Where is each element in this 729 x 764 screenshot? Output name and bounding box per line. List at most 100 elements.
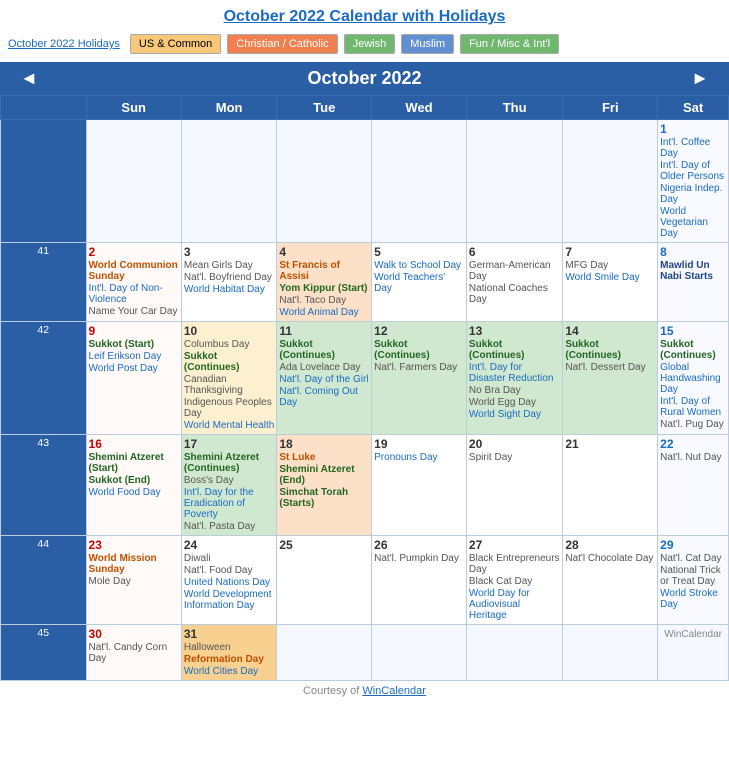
week-num: 43 — [1, 435, 87, 536]
holiday: Int'l. Day for the Eradication of Povert… — [184, 487, 274, 520]
holiday: Ada Lovelace Day — [279, 362, 369, 373]
day-4: 4 St Francis of Assisi Yom Kippur (Start… — [277, 243, 372, 322]
day-empty — [372, 625, 467, 681]
col-tue: Tue — [277, 96, 372, 120]
day-empty — [277, 625, 372, 681]
holiday: Boss's Day — [184, 475, 274, 486]
holiday: Spirit Day — [469, 452, 560, 463]
filter-us[interactable]: US & Common — [130, 34, 221, 54]
holiday: Sukkot (Continues) — [374, 339, 464, 361]
holiday: World Development Information Day — [184, 589, 274, 611]
day-number: 24 — [184, 538, 274, 552]
filter-muslim[interactable]: Muslim — [401, 34, 454, 54]
filter-fun[interactable]: Fun / Misc & Int'l — [460, 34, 559, 54]
holiday: World Habitat Day — [184, 284, 274, 295]
holiday: Sukkot (Start) — [89, 339, 179, 350]
holiday: Diwali — [184, 553, 274, 564]
day-22: 22 Nat'l. Nut Day — [658, 435, 729, 536]
holiday: Canadian Thanksgiving — [184, 374, 274, 396]
holiday: Global Handwashing Day — [660, 362, 726, 395]
holiday: Mawlid Un Nabi Starts — [660, 260, 726, 282]
holiday: Name Your Car Day — [89, 306, 179, 317]
week-num: 41 — [1, 243, 87, 322]
day-29: 29 Nat'l. Cat Day National Trick or Trea… — [658, 536, 729, 625]
col-wed: Wed — [372, 96, 467, 120]
holiday: Nat'l. Boyfriend Day — [184, 272, 274, 283]
day-number: 3 — [184, 245, 274, 259]
col-fri: Fri — [563, 96, 658, 120]
day-26: 26 Nat'l. Pumpkin Day — [372, 536, 467, 625]
holiday: MFG Day — [565, 260, 655, 271]
holiday: No Bra Day — [469, 385, 560, 396]
footer-link[interactable]: WinCalendar — [362, 685, 426, 697]
day-number: 6 — [469, 245, 560, 259]
day-number: 10 — [184, 324, 274, 338]
day-15: 15 Sukkot (Continues) Global Handwashing… — [658, 322, 729, 435]
day-number: 25 — [279, 538, 369, 552]
holiday: World Cities Day — [184, 666, 274, 677]
holiday: Pronouns Day — [374, 452, 464, 463]
day-8: 8 Mawlid Un Nabi Starts — [658, 243, 729, 322]
holiday: Sukkot (Continues) — [565, 339, 655, 361]
day-28: 28 Nat'l Chocolate Day — [563, 536, 658, 625]
filter-christian[interactable]: Christian / Catholic — [227, 34, 337, 54]
day-20: 20 Spirit Day — [466, 435, 562, 536]
week-num — [1, 120, 87, 243]
day-number: 16 — [89, 437, 179, 451]
week-num: 42 — [1, 322, 87, 435]
month-year-label: October 2022 — [307, 68, 421, 89]
holiday: Simchat Torah (Starts) — [279, 487, 369, 509]
holiday: St Luke — [279, 452, 369, 463]
footer: Courtesy of WinCalendar — [0, 681, 729, 701]
holiday: Sukkot (Continues) — [279, 339, 369, 361]
holiday: National Trick or Treat Day — [660, 565, 726, 587]
day-number: 8 — [660, 245, 726, 259]
day-number: 2 — [89, 245, 179, 259]
prev-month-button[interactable]: ◄ — [12, 68, 46, 89]
day-number: 18 — [279, 437, 369, 451]
day-number: 9 — [89, 324, 179, 338]
holiday: Int'l. Day for Disaster Reduction — [469, 362, 560, 384]
day-number: 15 — [660, 324, 726, 338]
day-14: 14 Sukkot (Continues) Nat'l. Dessert Day — [563, 322, 658, 435]
holiday: Shemini Atzeret (End) — [279, 464, 369, 486]
day-number: 21 — [565, 437, 655, 451]
col-sat: Sat — [658, 96, 729, 120]
day-12: 12 Sukkot (Continues) Nat'l. Farmers Day — [372, 322, 467, 435]
holiday: Nat'l. Coming Out Day — [279, 386, 369, 408]
day-empty — [181, 120, 276, 243]
col-mon: Mon — [181, 96, 276, 120]
day-1: 1 Int'l. Coffee Day Int'l. Day of Older … — [658, 120, 729, 243]
holiday: Int'l. Day of Rural Women — [660, 396, 726, 418]
holiday: Sukkot (Continues) — [660, 339, 726, 361]
holiday: Shemini Atzeret (Continues) — [184, 452, 274, 474]
holiday: Halloween — [184, 642, 274, 653]
filter-label: October 2022 Holidays — [8, 38, 120, 50]
holiday: Sukkot (Continues) — [184, 351, 274, 373]
day-27: 27 Black Entrepreneurs Day Black Cat Day… — [466, 536, 562, 625]
holiday: World Vegetarian Day — [660, 206, 726, 239]
col-thu: Thu — [466, 96, 562, 120]
holiday: Nat'l. Candy Corn Day — [89, 642, 179, 664]
holiday: Nat'l. Nut Day — [660, 452, 726, 463]
holiday: Walk to School Day — [374, 260, 464, 271]
day-24: 24 Diwali Nat'l. Food Day United Nations… — [181, 536, 276, 625]
holiday: World Mission Sunday — [89, 553, 179, 575]
day-11: 11 Sukkot (Continues) Ada Lovelace Day N… — [277, 322, 372, 435]
table-row: 45 30 Nat'l. Candy Corn Day 31 Halloween… — [1, 625, 729, 681]
holiday: Sukkot (End) — [89, 475, 179, 486]
holiday: United Nations Day — [184, 577, 274, 588]
day-empty — [277, 120, 372, 243]
filter-jewish[interactable]: Jewish — [344, 34, 396, 54]
day-empty — [563, 625, 658, 681]
day-3: 3 Mean Girls Day Nat'l. Boyfriend Day Wo… — [181, 243, 276, 322]
day-number: 4 — [279, 245, 369, 259]
day-number: 13 — [469, 324, 560, 338]
day-number: 29 — [660, 538, 726, 552]
holiday: Int'l. Coffee Day — [660, 137, 726, 159]
holiday: Int'l. Day of Non-Violence — [89, 283, 179, 305]
holiday: Leif Erikson Day — [89, 351, 179, 362]
day-number: 28 — [565, 538, 655, 552]
holiday: Indigenous Peoples Day — [184, 397, 274, 419]
next-month-button[interactable]: ► — [683, 68, 717, 89]
